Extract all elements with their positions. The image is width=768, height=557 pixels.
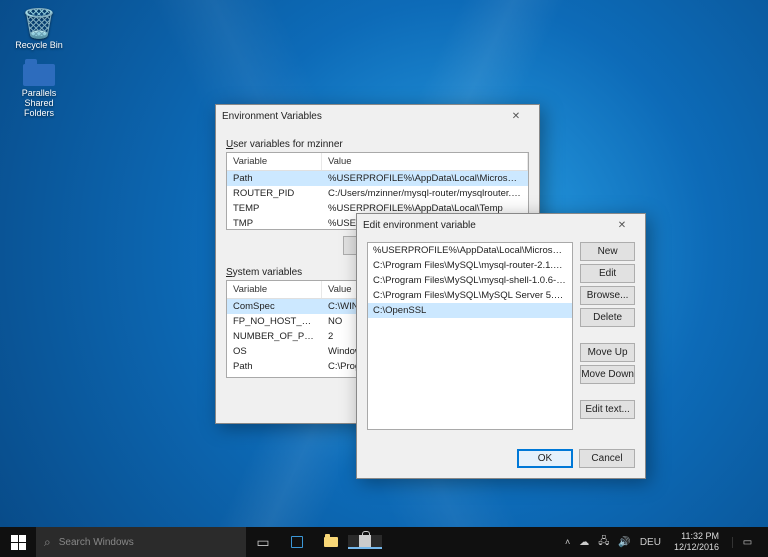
col-header-value[interactable]: Value [322, 153, 528, 170]
cancel-button[interactable]: Cancel [579, 449, 635, 468]
list-item[interactable]: C:\Program Files\MySQL\mysql-shell-1.0.6… [368, 273, 572, 288]
parallels-shared-folders-icon[interactable]: Parallels Shared Folders [10, 62, 68, 118]
move-down-button[interactable]: Move Down [580, 365, 635, 384]
clock-date: 12/12/2016 [674, 542, 719, 553]
parallels-label: Parallels Shared Folders [22, 88, 57, 118]
trash-icon: 🗑️ [10, 8, 68, 40]
close-icon[interactable]: ✕ [499, 107, 533, 125]
delete-button[interactable]: Delete [580, 308, 635, 327]
recycle-bin-icon[interactable]: 🗑️ Recycle Bin [10, 8, 68, 50]
folder-icon [23, 64, 55, 86]
recycle-bin-label: Recycle Bin [15, 40, 63, 50]
edge-button[interactable] [280, 536, 314, 548]
search-icon: ⌕ [44, 535, 51, 550]
col-header-variable[interactable]: Variable [227, 281, 322, 298]
clock-time: 11:32 PM [674, 531, 719, 542]
env-dialog-titlebar[interactable]: Environment Variables ✕ [216, 105, 539, 127]
new-button[interactable]: New [580, 242, 635, 261]
notification-icon: ▭ [743, 537, 752, 548]
task-view-icon: ▭ [256, 534, 269, 551]
ok-button[interactable]: OK [517, 449, 573, 468]
edit-env-var-dialog: Edit environment variable ✕ %USERPROFILE… [356, 213, 646, 479]
folder-icon [324, 537, 338, 547]
col-header-variable[interactable]: Variable [227, 153, 322, 170]
edit-text-button[interactable]: Edit text... [580, 400, 635, 419]
list-item[interactable]: %USERPROFILE%\AppData\Local\Microsoft\Wi… [368, 243, 572, 258]
path-entries-list[interactable]: %USERPROFILE%\AppData\Local\Microsoft\Wi… [367, 242, 573, 430]
table-row[interactable]: Path%USERPROFILE%\AppData\Local\Microsof… [227, 171, 528, 186]
env-dialog-title: Environment Variables [222, 111, 322, 122]
search-input[interactable]: ⌕ Search Windows [36, 527, 246, 557]
list-item[interactable]: C:\Program Files\MySQL\mysql-router-2.1.… [368, 258, 572, 273]
action-center-button[interactable]: ▭ [732, 537, 762, 548]
file-explorer-button[interactable] [314, 537, 348, 547]
search-placeholder: Search Windows [59, 537, 134, 548]
clock[interactable]: 11:32 PM 12/12/2016 [670, 531, 723, 553]
store-icon [359, 535, 371, 547]
language-indicator[interactable]: DEU [640, 537, 661, 548]
windows-logo-icon [11, 535, 26, 550]
system-tray: ˄ ☁ 🖧 🔊 DEU 11:32 PM 12/12/2016 ▭ [559, 527, 768, 557]
browse-button[interactable]: Browse... [580, 286, 635, 305]
store-button[interactable] [348, 535, 382, 549]
volume-icon[interactable]: 🔊 [618, 537, 630, 548]
start-button[interactable] [0, 527, 36, 557]
list-item[interactable]: C:\Program Files\MySQL\MySQL Server 5.7\… [368, 288, 572, 303]
onedrive-icon[interactable]: ☁ [579, 537, 589, 548]
close-icon[interactable]: ✕ [605, 216, 639, 234]
task-view-button[interactable]: ▭ [246, 534, 280, 551]
edit-dialog-titlebar[interactable]: Edit environment variable ✕ [357, 214, 645, 236]
list-item[interactable]: C:\OpenSSL [368, 303, 572, 318]
edit-dialog-title: Edit environment variable [363, 220, 476, 231]
edge-icon [291, 536, 303, 548]
tray-overflow-icon[interactable]: ˄ [565, 537, 570, 547]
taskbar: ⌕ Search Windows ▭ ˄ ☁ 🖧 🔊 DEU 11:32 PM … [0, 527, 768, 557]
move-up-button[interactable]: Move Up [580, 343, 635, 362]
network-icon[interactable]: 🖧 [598, 534, 609, 551]
edit-button[interactable]: Edit [580, 264, 635, 283]
table-row[interactable]: ROUTER_PIDC:/Users/mzinner/mysql-router/… [227, 186, 528, 201]
user-vars-label: User variables for mzinner [226, 139, 529, 150]
